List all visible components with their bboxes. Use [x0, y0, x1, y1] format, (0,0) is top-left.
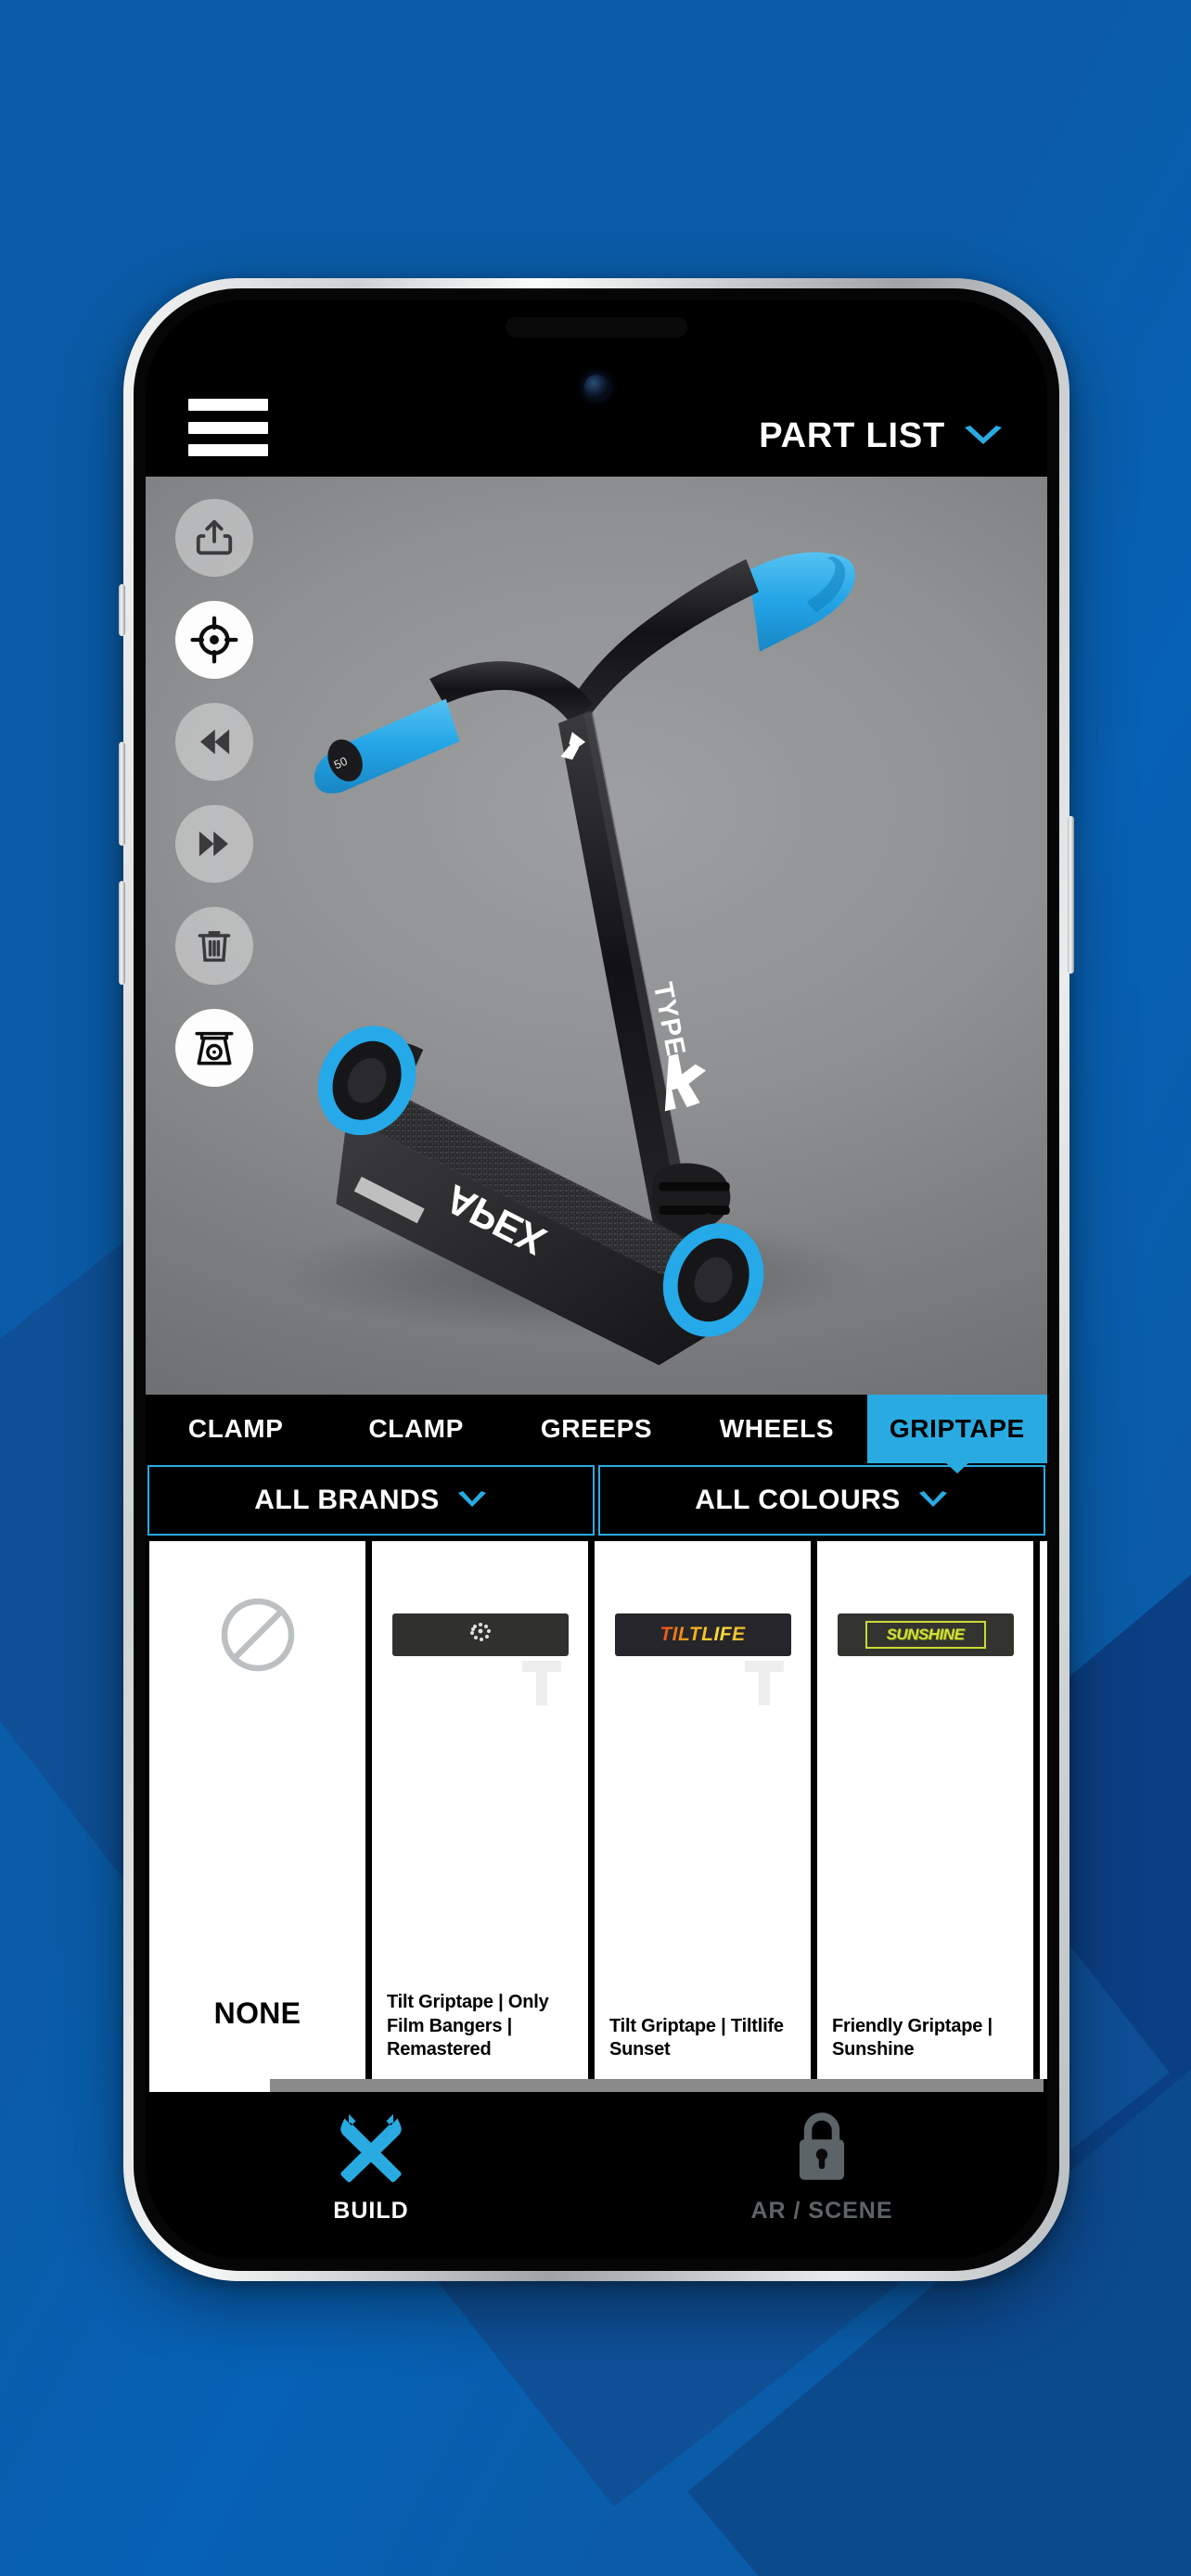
share-icon[interactable] [175, 499, 253, 577]
phone-screen: PART LIST 50 TYPE APEX CLAMP CLAMP GREEP… [146, 300, 1047, 2259]
chevron-down-icon [918, 1491, 947, 1507]
trash-icon[interactable] [175, 907, 253, 985]
rewind-icon[interactable] [175, 703, 253, 781]
product-thumbnail: TILTLIFE [609, 1565, 796, 1705]
hamburger-bar-3 [188, 444, 268, 456]
griptape-strip [391, 1613, 569, 1656]
hamburger-bar-1 [188, 399, 268, 411]
product-card-tiltlife-sunset[interactable]: TILTLIFE Tilt Griptape | Tiltlife Sunset [595, 1541, 811, 2079]
tab-label: GREEPS [540, 1414, 653, 1443]
tab-label: WHEELS [719, 1414, 835, 1443]
product-name: Friendly Griptape | Sunshine [832, 2015, 992, 2060]
chevron-down-icon [965, 425, 1002, 444]
part-category-tabs: CLAMP CLAMP GREEPS WHEELS GRIPTAPE [146, 1395, 1047, 1463]
product-name: Tilt Griptape | Only Film Bangers | Rema… [387, 1992, 549, 2060]
product-card-list[interactable]: NONE Tilt Griptape | Only Film Bangers |… [146, 1536, 1047, 2079]
rewind-glyph [200, 729, 230, 755]
trash-glyph [198, 931, 231, 963]
tools-cross-icon [340, 2113, 402, 2183]
all-brands-label: ALL BRANDS [254, 1485, 440, 1515]
product-card-none[interactable]: NONE [149, 1541, 365, 2079]
griptape-artwork-text: TILTLIFE [660, 1624, 746, 1645]
phone-power-button[interactable] [1068, 816, 1074, 974]
hamburger-bar-2 [188, 421, 268, 434]
no-entry-icon [221, 1598, 294, 1672]
product-thumbnail [164, 1565, 351, 1704]
griptape-artwork [469, 1623, 491, 1641]
part-list-button[interactable]: PART LIST [759, 416, 1005, 456]
griptape-strip: SUNSHINE [837, 1613, 1014, 1656]
phone-volume-up-button[interactable] [119, 742, 125, 846]
griptape-strip: TILTLIFE [614, 1613, 791, 1656]
tab-greeps[interactable]: GREEPS [506, 1395, 686, 1463]
phone-silent-switch[interactable] [119, 584, 125, 636]
griptape-artwork: SUNSHINE [864, 1621, 986, 1649]
nav-item-ar-scene[interactable]: AR / SCENE [596, 2092, 1047, 2259]
handlebar-right-grip [749, 552, 855, 652]
fast-forward-icon[interactable] [175, 805, 253, 883]
phone-volume-down-button[interactable] [119, 881, 125, 985]
nav-label: BUILD [333, 2198, 409, 2224]
phone-bezel: PART LIST 50 TYPE APEX CLAMP CLAMP GREEP… [134, 288, 1059, 2271]
scrollbar-track[interactable] [149, 2079, 1044, 2092]
hamburger-menu-icon[interactable] [188, 399, 268, 456]
model-viewport[interactable]: 50 TYPE APEX [146, 477, 1047, 1395]
tab-wheels[interactable]: WHEELS [686, 1395, 866, 1463]
tilt-logo-watermark [522, 1661, 561, 1705]
part-list-label: PART LIST [759, 416, 945, 455]
product-card-tilt-only-film-bangers[interactable]: Tilt Griptape | Only Film Bangers | Rema… [372, 1541, 588, 2079]
dynamic-island [506, 317, 687, 338]
nav-item-build[interactable]: BUILD [146, 2092, 596, 2259]
viewport-tool-rail [175, 499, 253, 1087]
all-colours-dropdown[interactable]: ALL COLOURS [598, 1465, 1045, 1536]
product-list-scrollbar[interactable] [146, 2079, 1047, 2092]
handlebar-left-grip: 50 [314, 698, 460, 794]
product-thumbnail: SUNSHINE [832, 1565, 1018, 1704]
photo-studio-glyph [195, 1031, 234, 1065]
nav-label: AR / SCENE [750, 2198, 893, 2224]
tilt-logo-watermark [745, 1661, 784, 1705]
scooter-3d-model[interactable]: 50 TYPE APEX [146, 477, 1047, 1374]
share-glyph [196, 519, 233, 555]
tab-clamp-1[interactable]: CLAMP [146, 1395, 326, 1463]
scrollbar-thumb[interactable] [149, 2079, 271, 2092]
tab-label: CLAMP [368, 1414, 464, 1443]
phone-device: PART LIST 50 TYPE APEX CLAMP CLAMP GREEP… [119, 278, 1074, 2281]
tab-griptape[interactable]: GRIPTAPE [866, 1395, 1047, 1463]
product-card-friendly-sunshine[interactable]: SUNSHINE Friendly Griptape | Sunshine [817, 1541, 1033, 2079]
product-name: NONE [213, 1996, 301, 2030]
photo-studio-icon[interactable] [175, 1009, 253, 1087]
bottom-navigation: BUILD AR / SCENE [146, 2092, 1047, 2259]
lock-icon [799, 2112, 845, 2180]
recenter-target-icon[interactable] [175, 601, 253, 679]
chevron-down-icon [457, 1491, 486, 1507]
product-card-next[interactable] [1040, 1541, 1047, 2079]
filter-bar: ALL BRANDS ALL COLOURS [146, 1463, 1047, 1536]
tab-label: CLAMP [187, 1414, 284, 1443]
tab-label: GRIPTAPE [889, 1414, 1025, 1443]
all-colours-label: ALL COLOURS [695, 1485, 901, 1515]
all-brands-dropdown[interactable]: ALL BRANDS [147, 1465, 595, 1536]
tab-clamp-2[interactable]: CLAMP [326, 1395, 506, 1463]
product-name: Tilt Griptape | Tiltlife Sunset [609, 2015, 784, 2060]
product-thumbnail [387, 1565, 573, 1705]
target-glyph [190, 616, 238, 664]
griptape-artwork-text: SUNSHINE [886, 1626, 965, 1643]
front-camera-lens [584, 375, 608, 399]
fast-forward-glyph [198, 831, 228, 857]
app-header: PART LIST [146, 300, 1047, 477]
